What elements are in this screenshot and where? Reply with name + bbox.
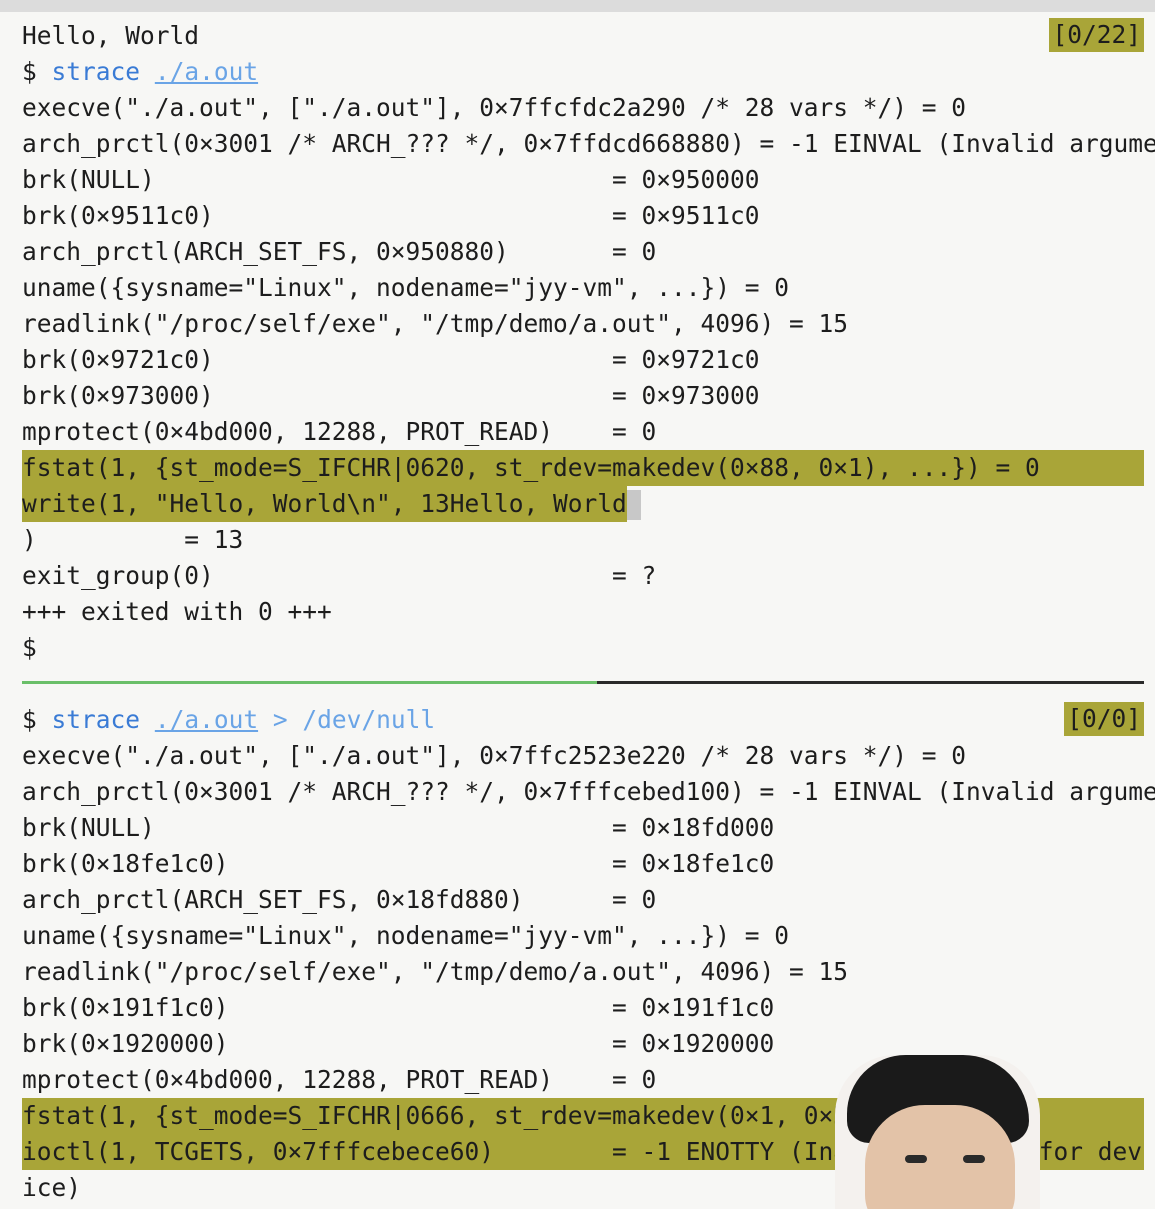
selection-highlight: write(1, "Hello, World\n", 13Hello, Worl…	[22, 486, 627, 522]
strace-line: arch_prctl(0×3001 /* ARCH_??? */, 0×7ffd…	[22, 129, 1155, 158]
output-line: Hello, World [0/22]	[22, 18, 1144, 54]
command-name: strace	[51, 705, 141, 734]
command-arg-path[interactable]: ./a.out	[155, 57, 258, 86]
strace-line: brk(0×9721c0) = 0×9721c0	[22, 345, 760, 374]
strace-line: brk(NULL) = 0×950000	[22, 165, 760, 194]
shell-prompt: $	[22, 705, 37, 734]
pane-counter-badge: [0/22]	[1049, 18, 1144, 52]
strace-line: exit_group(0) = ?	[22, 561, 657, 590]
webcam-overlay	[835, 1055, 1040, 1209]
strace-line: readlink("/proc/self/exe", "/tmp/demo/a.…	[22, 309, 849, 338]
command-name: strace	[51, 57, 141, 86]
strace-line: execve("./a.out", ["./a.out"], 0×7ffcfdc…	[22, 93, 967, 122]
command-line: $ strace ./a.out	[22, 54, 1144, 90]
command-line: $ strace ./a.out > /dev/null [0/0]	[22, 702, 1144, 738]
strace-line: uname({sysname="Linux", nodename="jyy-vm…	[22, 921, 790, 950]
strace-line: arch_prctl(0×3001 /* ARCH_??? */, 0×7fff…	[22, 777, 1155, 806]
pane-counter-badge: [0/0]	[1064, 702, 1144, 736]
strace-line-highlighted: fstat(1, {st_mode=S_IFCHR|0620, st_rdev=…	[22, 450, 1144, 486]
strace-line: uname({sysname="Linux", nodename="jyy-vm…	[22, 273, 790, 302]
strace-line: brk(0×191f1c0) = 0×191f1c0	[22, 993, 775, 1022]
shell-prompt-line: $	[22, 633, 37, 662]
selection-cursor	[626, 490, 641, 520]
strace-line: brk(0×9511c0) = 0×9511c0	[22, 201, 760, 230]
strace-line: brk(0×18fe1c0) = 0×18fe1c0	[22, 849, 775, 878]
terminal-pane-top[interactable]: Hello, World [0/22] $ strace ./a.out exec…	[22, 18, 1155, 666]
webcam-face	[865, 1105, 1015, 1209]
window-top-bar	[0, 0, 1155, 12]
strace-line: readlink("/proc/self/exe", "/tmp/demo/a.…	[22, 957, 849, 986]
command-arg-path[interactable]: ./a.out	[155, 705, 258, 734]
strace-line: arch_prctl(ARCH_SET_FS, 0×18fd880) = 0	[22, 885, 657, 914]
strace-line: +++ exited with 0 +++	[22, 597, 332, 626]
pane-divider-active	[22, 681, 597, 684]
webcam-eye-left	[905, 1155, 927, 1163]
strace-line: ) = 13	[22, 525, 244, 554]
webcam-eye-right	[963, 1155, 985, 1163]
strace-line: mprotect(0×4bd000, 12288, PROT_READ) = 0	[22, 417, 657, 446]
shell-prompt: $	[22, 57, 37, 86]
strace-line: brk(NULL) = 0×18fd000	[22, 813, 775, 842]
command-redirect: > /dev/null	[272, 705, 436, 734]
ioctl-tail-text: for dev	[1038, 1137, 1142, 1166]
strace-line: arch_prctl(ARCH_SET_FS, 0×950880) = 0	[22, 237, 657, 266]
strace-line: brk(0×973000) = 0×973000	[22, 381, 760, 410]
strace-line-highlighted: write(1, "Hello, World\n", 13Hello, Worl…	[22, 486, 1144, 522]
strace-line: execve("./a.out", ["./a.out"], 0×7ffc252…	[22, 741, 967, 770]
